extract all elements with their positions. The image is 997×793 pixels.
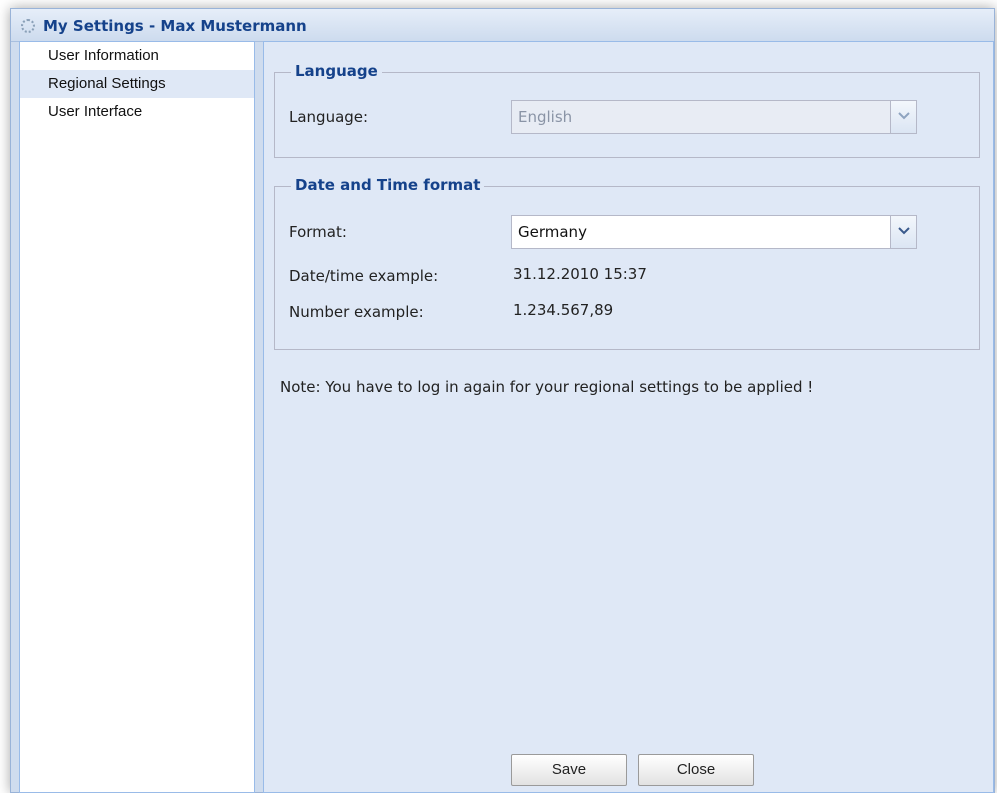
window-titlebar[interactable]: My Settings - Max Mustermann [11,9,994,42]
settings-window: My Settings - Max Mustermann User Inform… [10,8,995,793]
language-select-value: English [518,108,573,126]
close-button[interactable]: Close [638,754,754,786]
number-example-value: 1.234.567,89 [513,301,614,319]
language-legend: Language [291,62,382,80]
regional-settings-panel: Language Language: English Date and Time… [263,41,994,793]
gear-icon [21,19,35,33]
language-fieldset: Language Language: English [274,62,980,158]
datetime-fieldset: Date and Time format Format: Germany Dat… [274,176,980,350]
language-dropdown-trigger[interactable] [890,101,916,133]
language-select[interactable]: English [511,100,917,134]
number-example-label: Number example: [289,303,424,321]
date-example-label: Date/time example: [289,267,439,285]
language-label: Language: [289,108,369,126]
date-example-value: 31.12.2010 15:37 [513,265,647,283]
datetime-legend: Date and Time format [291,176,485,194]
sidebar-item-regional-settings[interactable]: Regional Settings [20,70,254,98]
sidebar-item-user-interface[interactable]: User Interface [20,98,254,126]
sidebar-item-user-information[interactable]: User Information [20,42,254,70]
format-label: Format: [289,223,347,241]
chevron-down-icon [898,227,910,235]
window-title: My Settings - Max Mustermann [43,17,307,35]
chevron-down-icon [898,112,910,120]
save-button[interactable]: Save [511,754,627,786]
relogin-note: Note: You have to log in again for your … [280,378,814,396]
settings-sidebar: User Information Regional Settings User … [19,41,255,793]
format-dropdown-trigger[interactable] [890,216,916,248]
format-select-value: Germany [518,223,587,241]
format-select[interactable]: Germany [511,215,917,249]
